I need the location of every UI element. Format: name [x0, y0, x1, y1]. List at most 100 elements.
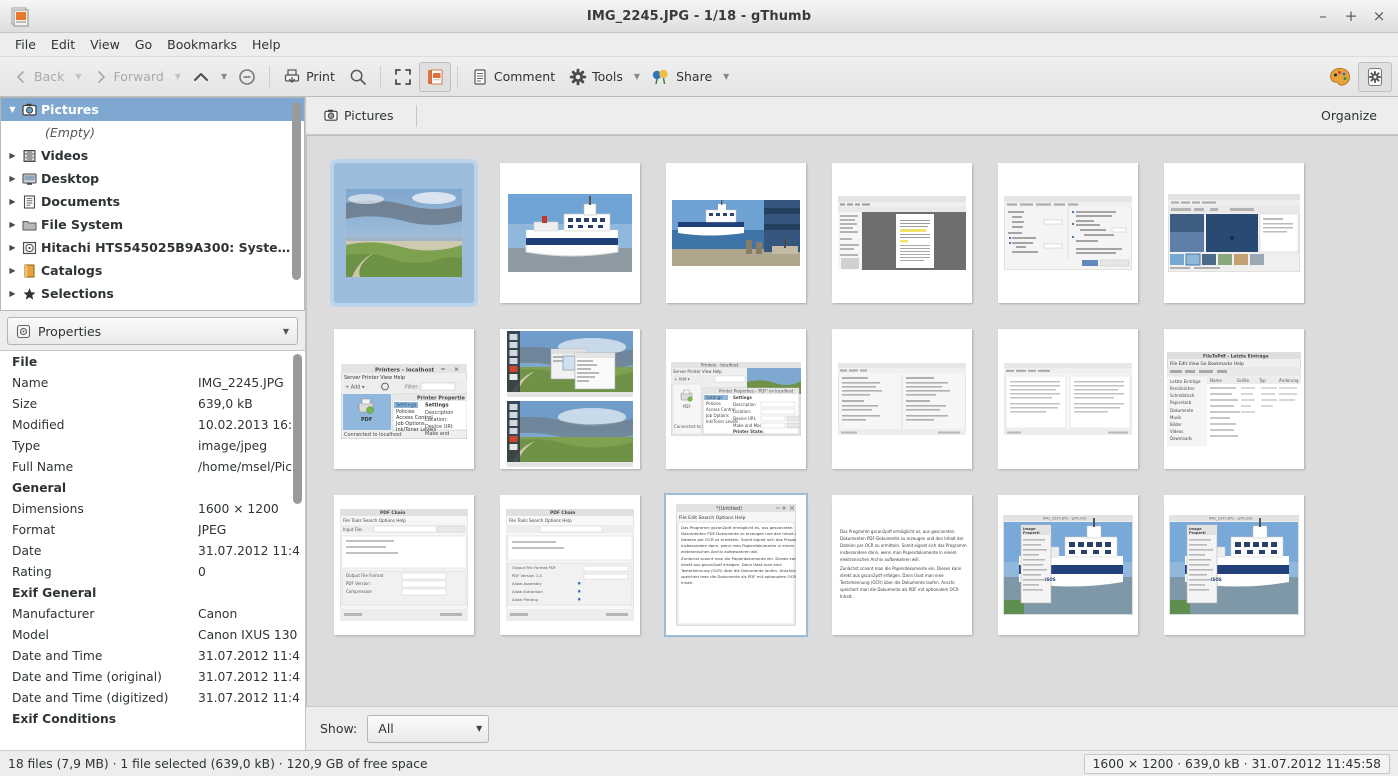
- palette-button[interactable]: [1322, 62, 1358, 92]
- twisty-collapsed-icon[interactable]: ▶: [7, 151, 18, 160]
- property-value: 31.07.2012 11:4: [198, 649, 305, 663]
- twisty-expanded-icon[interactable]: ▼: [7, 105, 18, 114]
- printer-icon: [283, 68, 301, 86]
- folder-tree[interactable]: ▼ Pictures (Empty) ▶ Vid: [0, 97, 305, 311]
- toolbar: Back ▼ Forward ▼ ▼: [0, 57, 1398, 97]
- svg-text:elektronischen Archiv aufbewah: elektronischen Archiv aufbewahren will.: [840, 557, 920, 562]
- svg-text:FileToPdf - Letzte Einträge: FileToPdf - Letzte Einträge: [1203, 353, 1269, 359]
- thumb-screenshot-pdf-tool-a[interactable]: [819, 316, 985, 482]
- property-value: 639,0 kB: [198, 397, 305, 411]
- thumbnail-frame: [334, 163, 474, 303]
- thumb-screenshot-pdf-viewer[interactable]: [819, 150, 985, 316]
- svg-text:File Tools Search Options: File Tools Search Options Help: [343, 518, 406, 523]
- twisty-collapsed-icon[interactable]: ▶: [7, 174, 18, 183]
- thumb-ferry-dialog-a[interactable]: IMG_2247.JPG - gThumb: [985, 482, 1151, 648]
- svg-text:Typ: Typ: [1258, 378, 1266, 383]
- menu-bookmarks[interactable]: Bookmarks: [160, 35, 244, 54]
- twisty-collapsed-icon[interactable]: ▶: [7, 289, 18, 298]
- svg-text:Inhalt.: Inhalt.: [681, 580, 693, 585]
- tools-dropdown-arrow[interactable]: ▼: [630, 72, 644, 81]
- twisty-collapsed-icon[interactable]: ▶: [7, 220, 18, 229]
- maximize-button[interactable]: +: [1338, 4, 1364, 30]
- thumb-screenshot-editor-text[interactable]: *(Untitled) File Edit Search Options Hel…: [653, 482, 819, 648]
- svg-text:Settings: Settings: [425, 403, 449, 409]
- minimize-button[interactable]: –: [1310, 4, 1336, 30]
- tools-button[interactable]: Tools: [562, 62, 630, 92]
- svg-text:speichert man die Dokumente al: speichert man die Dokumente als PDF mit …: [681, 574, 796, 579]
- thumb-screenshot-pdf-tool-b[interactable]: [985, 316, 1151, 482]
- thumbnail-pane-toggle[interactable]: [419, 62, 451, 92]
- thumbnail-frame: IMG_2247.JPG - gThumb: [998, 495, 1138, 635]
- menu-go[interactable]: Go: [128, 35, 159, 54]
- back-dropdown-arrow[interactable]: ▼: [71, 72, 85, 81]
- show-filter-combo[interactable]: All ▼: [367, 715, 489, 743]
- back-button[interactable]: Back: [6, 62, 71, 92]
- up-dropdown-arrow[interactable]: ▼: [217, 72, 231, 81]
- status-left-text: 18 files (7,9 MB) · 1 file selected (639…: [8, 757, 428, 771]
- thumb-screenshot-photo-app[interactable]: [1151, 150, 1317, 316]
- thumb-screenshot-dialog[interactable]: [985, 150, 1151, 316]
- tree-item-selections[interactable]: ▶ Selections: [1, 282, 304, 305]
- print-button[interactable]: Print: [276, 62, 342, 92]
- folder-tree-scrollbar[interactable]: [291, 100, 302, 308]
- properties-scrollbar[interactable]: [292, 354, 303, 747]
- thumb-ferry-dialog-b[interactable]: IMG_2247.JPG - gThumb: [1151, 482, 1317, 648]
- thumb-screenshot-desktop-dual[interactable]: [487, 316, 653, 482]
- thumbnail-image-printers: Printers - localhost Server Printer View…: [341, 359, 467, 439]
- tree-item-videos[interactable]: ▶ Videos: [1, 144, 304, 167]
- thumb-screenshot-gscan-a[interactable]: PDF Chain File Tools Search Options Help…: [321, 482, 487, 648]
- twisty-collapsed-icon[interactable]: ▶: [7, 197, 18, 206]
- svg-text:PDF Chain: PDF Chain: [550, 510, 575, 516]
- thumb-screenshot-filemanager[interactable]: FileToPdf - Letzte Einträge File Edit Vi…: [1151, 316, 1317, 482]
- chevron-down-icon[interactable]: ▼: [476, 724, 482, 733]
- breadcrumb-pictures[interactable]: Pictures: [320, 105, 398, 126]
- property-key: Dimensions: [12, 502, 198, 516]
- thumbnail-image-beach: [346, 189, 462, 277]
- fullscreen-button[interactable]: [387, 62, 419, 92]
- property-value: image/jpeg: [198, 439, 305, 453]
- svg-text:Printers - localhost: Printers - localhost: [375, 368, 434, 374]
- thumb-beach-dunes[interactable]: [321, 150, 487, 316]
- properties-combo[interactable]: Properties ▼: [7, 317, 298, 345]
- svg-text:IMG_2247.JPG - gThumb: IMG_2247.JPG - gThumb: [1043, 517, 1087, 521]
- tree-item-pictures[interactable]: ▼ Pictures: [1, 98, 304, 121]
- thumb-screenshot-printer-props[interactable]: Printers - localhost Server Printer View…: [653, 316, 819, 482]
- thumb-ferry-dock[interactable]: LauBasus: [487, 150, 653, 316]
- tree-item-documents[interactable]: ▶ Documents: [1, 190, 304, 213]
- property-key: General: [12, 481, 198, 495]
- tree-item-catalogs[interactable]: ▶ Catalogs: [1, 259, 304, 282]
- up-button[interactable]: [185, 62, 217, 92]
- svg-text:Properti: Properti: [1189, 531, 1206, 535]
- forward-button[interactable]: Forward: [86, 62, 171, 92]
- share-button[interactable]: Share: [644, 62, 719, 92]
- thumb-ferry-harbour[interactable]: [653, 150, 819, 316]
- property-row-date-and-time: Date and Time 31.07.2012 11:4: [0, 645, 305, 666]
- comment-button[interactable]: Comment: [464, 62, 562, 92]
- menu-edit[interactable]: Edit: [44, 35, 82, 54]
- tree-item-file-system[interactable]: ▶ File System: [1, 213, 304, 236]
- menu-file[interactable]: File: [8, 35, 43, 54]
- thumb-text-page[interactable]: Das Programm gscan2pdf ermöglicht es, au…: [819, 482, 985, 648]
- organize-button[interactable]: Organize: [1316, 105, 1382, 126]
- properties-panel[interactable]: File Name IMG_2245.JPG Size 639,0 kB Mod…: [0, 350, 305, 750]
- twisty-collapsed-icon[interactable]: ▶: [7, 243, 18, 252]
- thumbnail-grid-container[interactable]: LauBasus: [306, 135, 1398, 706]
- svg-text:Properti: Properti: [1023, 531, 1040, 535]
- search-button[interactable]: [342, 62, 374, 92]
- svg-text:Änderung: Änderung: [1279, 378, 1299, 383]
- close-button[interactable]: ×: [1366, 4, 1392, 30]
- settings-button[interactable]: [1358, 62, 1392, 92]
- zoom-out-button[interactable]: [231, 62, 263, 92]
- share-dropdown-arrow[interactable]: ▼: [719, 72, 733, 81]
- thumb-screenshot-gscan-b[interactable]: PDF Chain File Tools Search Options Help…: [487, 482, 653, 648]
- chevron-down-icon[interactable]: ▼: [283, 327, 293, 336]
- svg-text:Printer State:: Printer State:: [733, 429, 764, 434]
- fullscreen-icon: [394, 68, 412, 86]
- menu-help[interactable]: Help: [245, 35, 288, 54]
- forward-dropdown-arrow[interactable]: ▼: [171, 72, 185, 81]
- menu-view[interactable]: View: [83, 35, 127, 54]
- tree-item-desktop[interactable]: ▶ Desktop: [1, 167, 304, 190]
- thumb-screenshot-printers[interactable]: Printers - localhost Server Printer View…: [321, 316, 487, 482]
- tree-item-hitachi-disk[interactable]: ▶ Hitachi HTS545025B9A300: Syste…: [1, 236, 304, 259]
- twisty-collapsed-icon[interactable]: ▶: [7, 266, 18, 275]
